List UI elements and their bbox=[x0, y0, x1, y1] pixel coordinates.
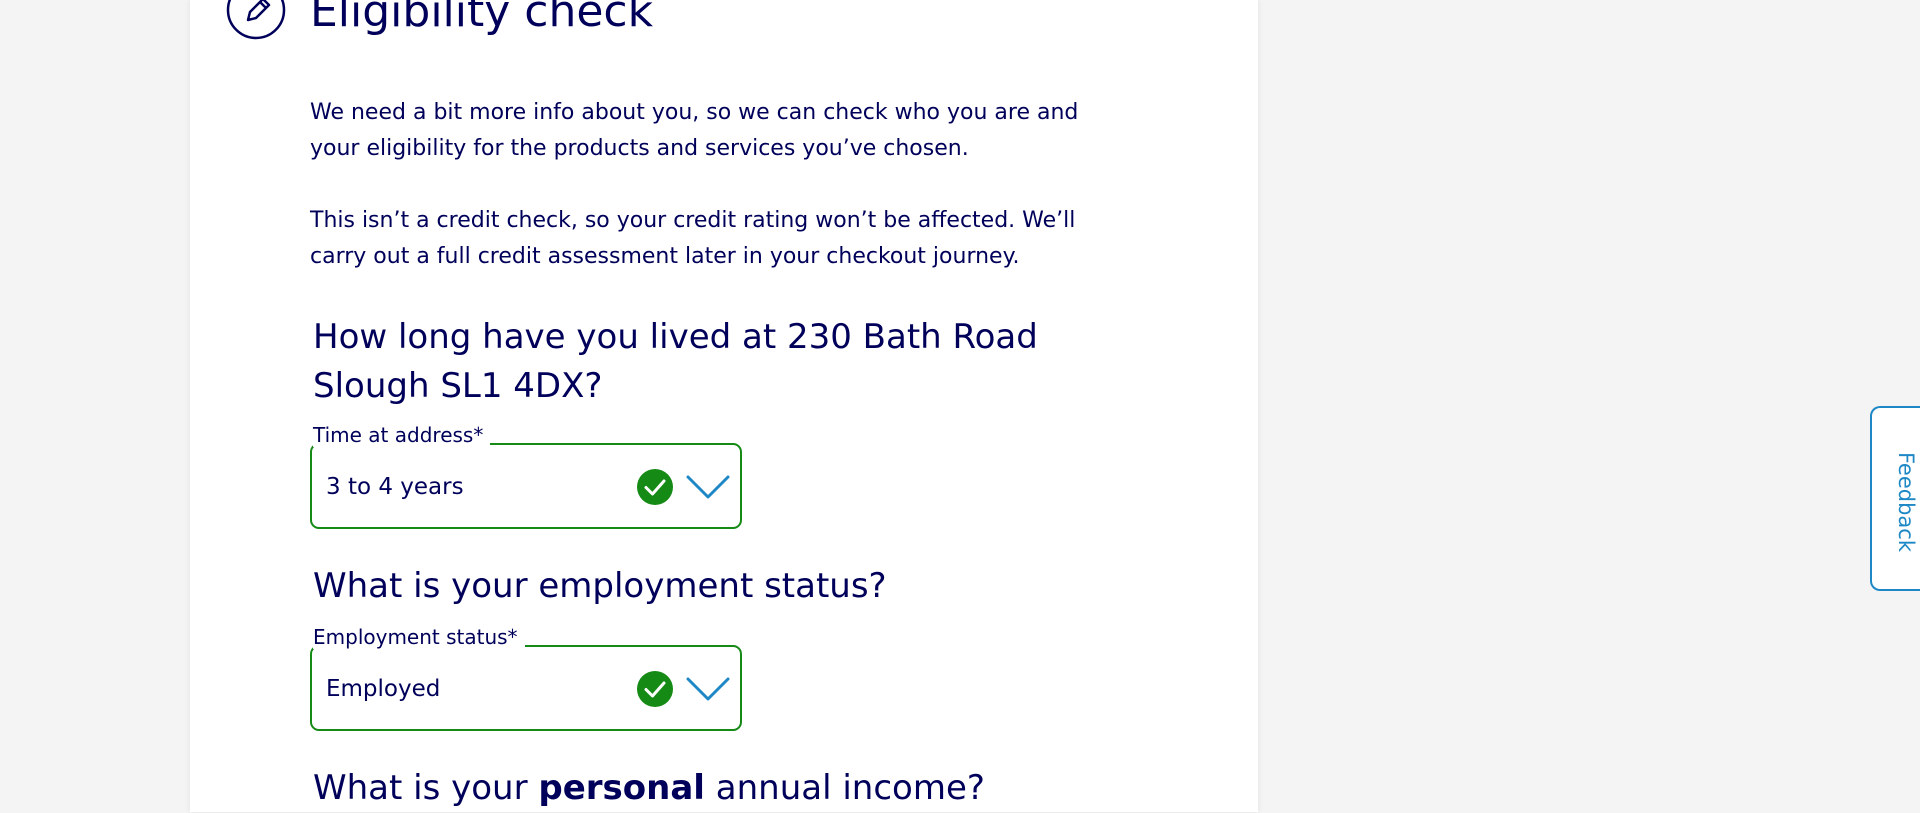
employment-status-field: Employed Employment status* bbox=[310, 625, 742, 731]
employment-status-label: Employment status* bbox=[313, 625, 525, 649]
page-title: Eligibility check bbox=[310, 0, 654, 37]
chevron-down-icon[interactable] bbox=[685, 675, 731, 703]
question-income-suffix: annual income? bbox=[704, 768, 985, 808]
chevron-down-icon[interactable] bbox=[685, 473, 731, 501]
pencil-edit-icon bbox=[226, 0, 286, 40]
time-at-address-select[interactable]: 3 to 4 years bbox=[310, 443, 742, 529]
employment-status-select[interactable]: Employed bbox=[310, 645, 742, 731]
feedback-button[interactable]: Feedback bbox=[1870, 406, 1920, 591]
question-employment-status: What is your employment status? bbox=[313, 566, 887, 606]
feedback-label: Feedback bbox=[1894, 452, 1918, 553]
checkmark-circle-icon bbox=[637, 671, 673, 707]
employment-status-value: Employed bbox=[326, 676, 441, 702]
time-at-address-field: 3 to 4 years Time at address* bbox=[310, 423, 742, 529]
checkmark-circle-icon bbox=[637, 469, 673, 505]
question-personal-income: What is your personal annual income? bbox=[313, 764, 985, 813]
intro-paragraph-credit: This isn’t a credit check, so your credi… bbox=[310, 208, 1076, 269]
question-income-prefix: What is your bbox=[313, 768, 539, 808]
time-at-address-value: 3 to 4 years bbox=[326, 474, 464, 500]
time-at-address-label: Time at address* bbox=[313, 423, 491, 447]
question-income-emphasis: personal bbox=[538, 768, 705, 808]
intro-paragraph-identity: We need a bit more info about you, so we… bbox=[310, 100, 1079, 161]
question-time-at-address: How long have you lived at 230 Bath Road… bbox=[313, 317, 1038, 406]
